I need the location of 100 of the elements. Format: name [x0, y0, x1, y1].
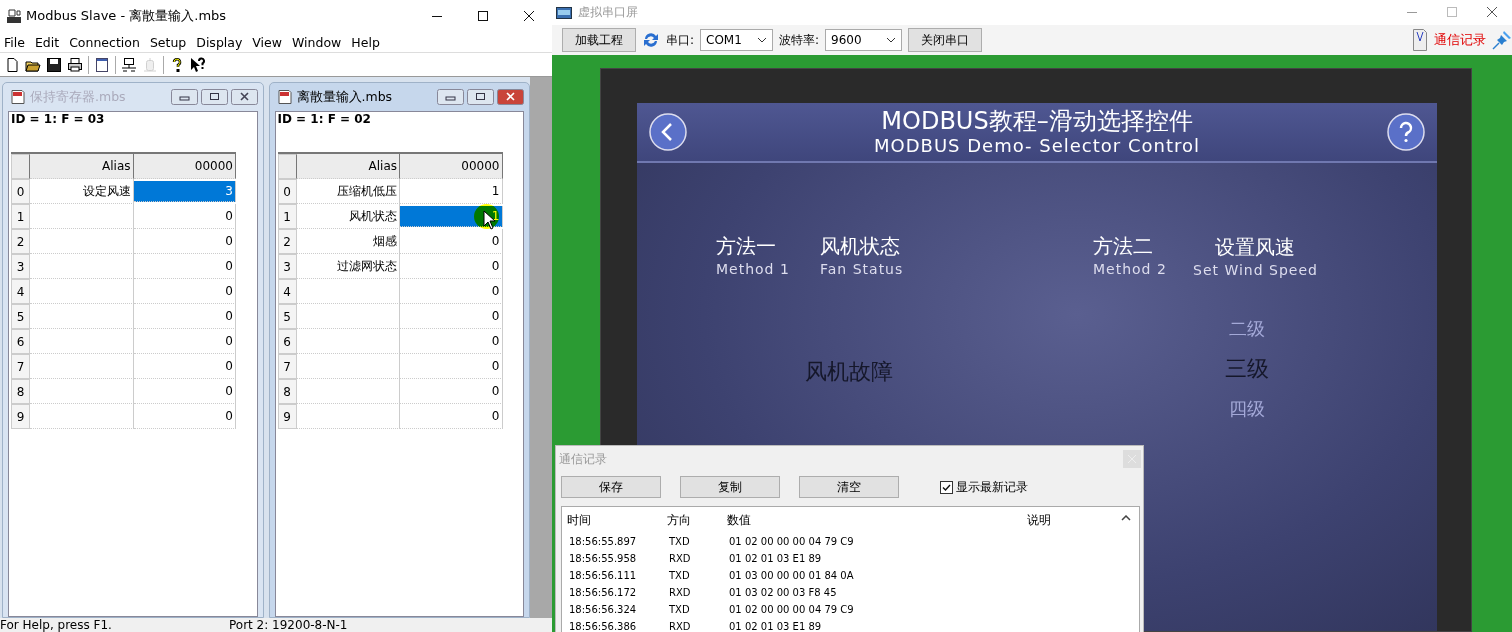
table-cell[interactable]: 0	[400, 254, 503, 279]
row-header: 9	[11, 404, 30, 429]
id-label: ID = 1: F = 03	[11, 112, 106, 126]
dropdown-caret-icon	[886, 37, 897, 43]
menu-item[interactable]: View	[248, 34, 288, 50]
row-header: 7	[11, 354, 30, 379]
row-header: 3	[11, 254, 30, 279]
comm-log-link[interactable]: 通信记录	[1434, 31, 1486, 49]
table-cell-text: 18:56:56.386	[568, 621, 638, 632]
back-icon[interactable]	[649, 113, 687, 151]
table-cell-text: TXD	[668, 570, 691, 581]
table-cell[interactable]: 1	[400, 179, 503, 204]
row-header: 4	[11, 279, 30, 304]
column-header: 方向	[666, 511, 692, 529]
table-cell[interactable]	[30, 229, 134, 254]
table-cell[interactable]: 0	[133, 354, 236, 379]
window-icon[interactable]	[94, 56, 110, 73]
table-cell-text: RXD	[668, 553, 692, 564]
column-header: Alias	[30, 154, 134, 179]
table-cell[interactable]: 0	[133, 229, 236, 254]
row-header: 1	[277, 204, 297, 229]
row-header: 2	[11, 229, 30, 254]
table-cell[interactable]	[296, 379, 400, 404]
table-cell[interactable]: 0	[133, 279, 236, 304]
table-cell[interactable]	[296, 279, 400, 304]
table-cell-text: 01 02 00 00 00 04 79 C9	[728, 604, 855, 615]
table-cell[interactable]	[30, 204, 134, 229]
document-icon[interactable]	[1412, 28, 1428, 52]
help-icon[interactable]	[1387, 113, 1425, 151]
restore-icon[interactable]	[200, 89, 228, 105]
new-file-icon[interactable]	[4, 56, 20, 73]
table-cell-text: 18:56:55.897	[568, 536, 638, 547]
column-header: 00000	[400, 154, 503, 179]
table-cell[interactable]: 0	[133, 304, 236, 329]
status-value: 风机故障	[805, 358, 893, 386]
pin-icon[interactable]	[1492, 30, 1512, 50]
table-cell[interactable]	[30, 379, 134, 404]
selector-option[interactable]: 四级	[1229, 395, 1265, 423]
table-cell[interactable]: 0	[133, 404, 236, 429]
save-button[interactable]: 保存	[561, 476, 661, 498]
context-help-icon[interactable]	[190, 56, 206, 73]
table-cell[interactable]	[30, 329, 134, 354]
table-cell[interactable]: 0	[400, 304, 503, 329]
table-cell[interactable]	[296, 304, 400, 329]
close-icon[interactable]	[230, 89, 258, 105]
menu-item[interactable]: Connection	[65, 34, 146, 50]
table-cell[interactable]: 0	[133, 329, 236, 354]
table-cell[interactable]: 压缩机低压	[296, 179, 400, 204]
table-cell[interactable]: 0	[133, 204, 236, 229]
table-cell[interactable]: 0	[400, 379, 503, 404]
wind-speed-selector[interactable]: 二级 三级 四级	[1217, 315, 1277, 423]
menu-item[interactable]: Display	[192, 34, 249, 50]
header-cell	[11, 154, 30, 179]
table-cell[interactable]	[30, 279, 134, 304]
table-cell[interactable]	[30, 354, 134, 379]
checkbox[interactable]	[940, 480, 953, 494]
close-port-button[interactable]: 关闭串口	[908, 28, 983, 52]
table-cell[interactable]: 3	[133, 181, 236, 202]
table-cell[interactable]: 0	[400, 279, 503, 304]
table-cell[interactable]: 0	[133, 379, 236, 404]
table-cell[interactable]	[296, 404, 400, 429]
table-cell-text: TXD	[668, 604, 691, 615]
copy-button[interactable]: 复制	[680, 476, 780, 498]
menu-item[interactable]: Setup	[145, 34, 193, 50]
table-cell[interactable]	[30, 404, 134, 429]
close-icon[interactable]	[497, 89, 524, 105]
app-icon	[556, 6, 572, 19]
table-cell-text: 01 03 00 00 00 01 84 0A	[728, 570, 855, 581]
load-project-button[interactable]: 加载工程	[562, 28, 636, 52]
table-cell[interactable]	[296, 354, 400, 379]
table-cell[interactable]: 过滤网状态	[296, 254, 400, 279]
screen-subtitle: MODBUS Demo- Selector Control	[874, 135, 1200, 157]
window-title: Modbus Slave - 离散量输入.mbs	[26, 7, 228, 25]
restore-icon[interactable]	[467, 89, 494, 105]
table-cell[interactable]: 设定风速	[30, 179, 134, 204]
menu-item[interactable]: File	[0, 34, 31, 50]
table-cell[interactable]: 0	[400, 404, 503, 429]
table-cell[interactable]: 烟感	[296, 229, 400, 254]
baud-rate-select[interactable]: 9600	[825, 29, 903, 51]
row-header: 2	[277, 229, 297, 254]
table-cell[interactable]	[30, 304, 134, 329]
table-cell[interactable]: 0	[400, 229, 503, 254]
table-cell-text: TXD	[668, 536, 691, 547]
menu-item[interactable]: Edit	[30, 34, 66, 50]
menu-item[interactable]: Window	[288, 34, 348, 50]
table-cell[interactable]: 0	[133, 254, 236, 279]
port-select[interactable]: COM1	[700, 29, 774, 51]
table-cell[interactable]: 0	[400, 329, 503, 354]
clear-button[interactable]: 清空	[799, 476, 899, 498]
network-icon[interactable]	[121, 56, 137, 73]
refresh-icon[interactable]	[642, 31, 660, 49]
table-cell-text: RXD	[668, 621, 692, 632]
table-cell[interactable]	[296, 329, 400, 354]
label: Fan Status	[820, 260, 904, 279]
row-header: 5	[11, 304, 30, 329]
scroll-up-icon[interactable]	[1121, 515, 1131, 521]
printer-icon[interactable]	[67, 56, 83, 73]
table-cell[interactable]	[30, 254, 134, 279]
menu-item[interactable]: Help	[347, 34, 386, 50]
table-cell[interactable]: 0	[400, 354, 503, 379]
